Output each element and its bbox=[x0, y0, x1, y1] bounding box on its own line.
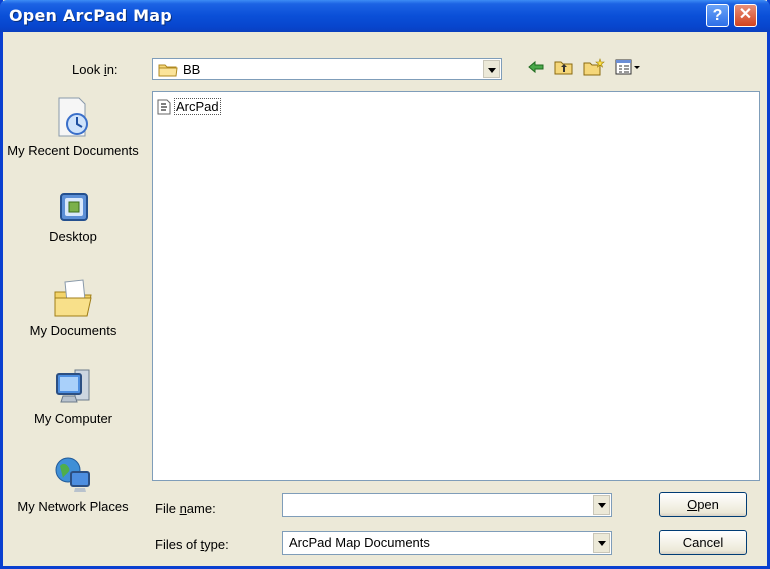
my-documents-icon bbox=[54, 279, 92, 317]
up-folder-icon[interactable] bbox=[554, 58, 574, 76]
file-name-label: File name: bbox=[155, 501, 216, 516]
place-desktop[interactable]: Desktop bbox=[3, 190, 143, 244]
open-button[interactable]: Open bbox=[659, 492, 747, 517]
title-bar[interactable]: Open ArcPad Map ? ✕ bbox=[0, 0, 770, 32]
place-recent-documents[interactable]: My Recent Documents bbox=[3, 96, 143, 158]
open-arcpad-map-dialog: Open ArcPad Map ? ✕ Look in: BB My Recen… bbox=[0, 0, 770, 569]
file-name-dropdown-arrow[interactable] bbox=[593, 495, 610, 515]
file-name-input[interactable] bbox=[282, 493, 612, 517]
look-in-dropdown-arrow[interactable] bbox=[483, 60, 500, 78]
files-of-type-label: Files of type: bbox=[155, 537, 229, 552]
places-bar: My Recent Documents Desktop My Documents bbox=[3, 82, 143, 542]
file-name: ArcPad bbox=[174, 98, 221, 115]
place-label: My Documents bbox=[29, 323, 117, 338]
list-item[interactable]: ArcPad bbox=[157, 98, 221, 115]
back-icon[interactable] bbox=[527, 58, 545, 76]
place-my-computer[interactable]: My Computer bbox=[3, 366, 143, 426]
help-button[interactable]: ? bbox=[706, 4, 729, 27]
place-my-documents[interactable]: My Documents bbox=[3, 278, 143, 338]
place-label: My Recent Documents bbox=[7, 143, 139, 158]
desktop-icon bbox=[60, 193, 88, 221]
new-folder-icon[interactable] bbox=[583, 58, 605, 76]
look-in-label: Look in: bbox=[72, 62, 118, 77]
look-in-value: BB bbox=[183, 62, 201, 77]
network-places-icon bbox=[55, 457, 90, 492]
arcpad-file-icon bbox=[157, 99, 171, 114]
place-label: Desktop bbox=[49, 229, 97, 244]
my-computer-icon bbox=[56, 369, 90, 403]
files-of-type-select[interactable]: ArcPad Map Documents bbox=[282, 531, 612, 555]
recent-documents-icon bbox=[58, 97, 88, 137]
folder-icon bbox=[158, 64, 178, 77]
dialog-title: Open ArcPad Map bbox=[9, 6, 172, 25]
files-of-type-value: ArcPad Map Documents bbox=[289, 535, 430, 550]
file-list[interactable]: ArcPad bbox=[152, 91, 760, 481]
place-label: My Network Places bbox=[17, 499, 129, 514]
close-button[interactable]: ✕ bbox=[734, 4, 757, 27]
files-of-type-dropdown-arrow[interactable] bbox=[593, 533, 610, 553]
place-label: My Computer bbox=[33, 411, 113, 426]
view-menu-icon[interactable] bbox=[615, 58, 641, 76]
place-network-places[interactable]: My Network Places bbox=[3, 454, 143, 514]
look-in-combo[interactable]: BB bbox=[152, 58, 502, 80]
cancel-button[interactable]: Cancel bbox=[659, 530, 747, 555]
